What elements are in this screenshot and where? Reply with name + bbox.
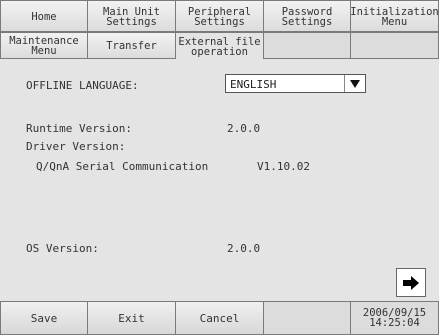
arrow-right-icon	[403, 275, 419, 290]
tab-empty-slot	[351, 32, 439, 59]
toolbar-empty-slot	[264, 301, 351, 335]
settings-screen: Home Main Unit Settings Peripheral Setti…	[0, 0, 439, 335]
offline-language-label: OFFLINE LANGUAGE:	[26, 79, 139, 92]
runtime-version-label: Runtime Version:	[26, 122, 132, 135]
os-version-value: 2.0.0	[227, 242, 261, 255]
tab-peripheral-settings[interactable]: Peripheral Settings	[176, 0, 264, 32]
offline-language-select[interactable]: ENGLISH	[225, 74, 366, 93]
clock-display: 2006/09/15 14:25:04	[351, 301, 439, 335]
driver-version-value: V1.10.02	[257, 160, 310, 173]
runtime-version-value: 2.0.0	[227, 122, 261, 135]
tab-home[interactable]: Home	[0, 0, 88, 32]
tab-empty-slot	[264, 32, 351, 59]
clock-text: 2006/09/15 14:25:04	[362, 307, 427, 329]
cancel-button[interactable]: Cancel	[176, 301, 264, 335]
tab-row-top: Home Main Unit Settings Peripheral Setti…	[0, 0, 439, 32]
driver-name: Q/QnA Serial Communication	[36, 160, 209, 173]
os-version-label: OS Version:	[26, 242, 99, 255]
tab-password-settings[interactable]: Password Settings	[264, 0, 351, 32]
tab-main-unit-settings[interactable]: Main Unit Settings	[88, 0, 176, 32]
triangle-down-icon	[344, 75, 365, 92]
bottom-toolbar: Save Exit Cancel 2006/09/15 14:25:04	[0, 301, 439, 335]
version-info-panel: OFFLINE LANGUAGE: ENGLISH Runtime Versio…	[0, 59, 439, 301]
tab-row-bottom: Maintenance Menu Transfer External file …	[0, 32, 439, 59]
tab-initialization-menu[interactable]: Initialization Menu	[350, 0, 439, 32]
driver-version-label: Driver Version:	[26, 140, 126, 153]
save-button[interactable]: Save	[0, 301, 88, 335]
tab-external-file-operation[interactable]: External file operation	[176, 32, 264, 59]
tab-maintenance-menu[interactable]: Maintenance Menu	[0, 32, 88, 59]
tab-transfer[interactable]: Transfer	[88, 32, 176, 59]
offline-language-value: ENGLISH	[230, 78, 277, 91]
exit-button[interactable]: Exit	[88, 301, 176, 335]
next-page-button[interactable]	[396, 268, 426, 297]
